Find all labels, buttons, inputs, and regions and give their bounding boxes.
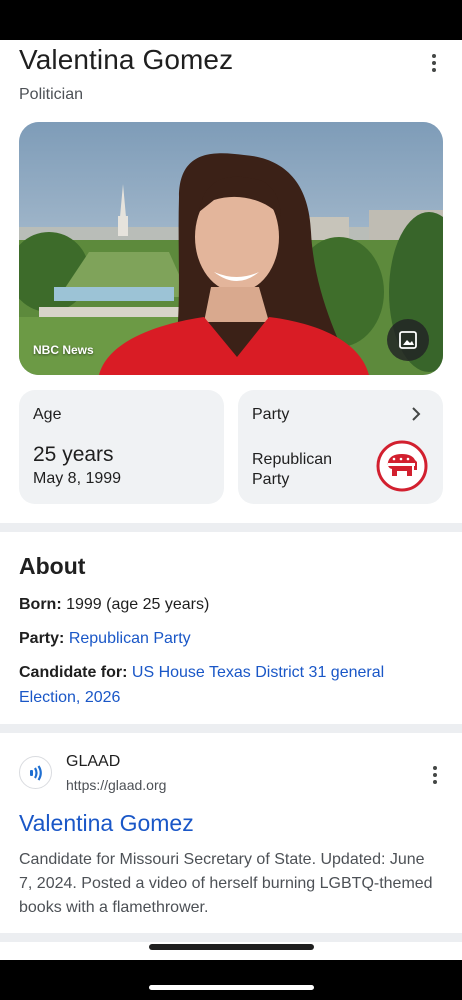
about-heading: About: [19, 553, 86, 579]
party-label: Party: [252, 406, 290, 423]
source-url[interactable]: https://glaad.org: [66, 777, 166, 793]
party-value: Republican Party: [252, 451, 333, 488]
image-credit: NBC News: [33, 343, 94, 357]
home-gesture-handle[interactable]: [149, 985, 314, 990]
birth-date: May 8, 1999: [33, 470, 122, 487]
navigation-bar: [0, 960, 462, 1000]
gesture-handle[interactable]: [149, 944, 314, 950]
candidate-fact: Candidate for: US House Texas District 3…: [19, 660, 439, 710]
section-divider: [0, 724, 462, 733]
page-title: Valentina Gomez: [19, 44, 234, 75]
glaad-logo-icon: [19, 756, 52, 789]
gop-elephant-icon: [376, 440, 428, 492]
status-bar: [0, 0, 462, 40]
party-link[interactable]: Republican Party: [69, 630, 191, 647]
chevron-right-icon: [412, 407, 421, 421]
page-subtitle: Politician: [19, 86, 84, 103]
result-title-link[interactable]: Valentina Gomez: [19, 810, 194, 837]
party-fact-label: Party:: [19, 630, 65, 647]
candidate-label: Candidate for:: [19, 664, 128, 681]
hero-image[interactable]: NBC News: [19, 122, 443, 375]
born-fact: Born: 1999 (age 25 years): [19, 592, 439, 617]
result-more-icon[interactable]: [423, 763, 447, 787]
source-name[interactable]: GLAAD: [66, 753, 120, 771]
age-label: Age: [33, 406, 62, 423]
born-label: Born:: [19, 596, 62, 613]
age-card[interactable]: Age 25 years May 8, 1999: [19, 390, 224, 504]
party-card[interactable]: Party Republican Party: [238, 390, 443, 504]
image-icon[interactable]: [387, 319, 429, 361]
born-value: 1999 (age 25 years): [66, 596, 210, 613]
section-divider: [0, 523, 462, 532]
search-page: Valentina Gomez Politician NBC News Age …: [0, 40, 462, 960]
result-snippet: Candidate for Missouri Secretary of Stat…: [19, 851, 433, 916]
party-fact: Party: Republican Party: [19, 626, 439, 651]
portrait-photo: [19, 122, 443, 375]
age-value: 25 years: [33, 443, 114, 466]
section-divider: [0, 933, 462, 942]
more-options-icon[interactable]: [422, 51, 446, 75]
